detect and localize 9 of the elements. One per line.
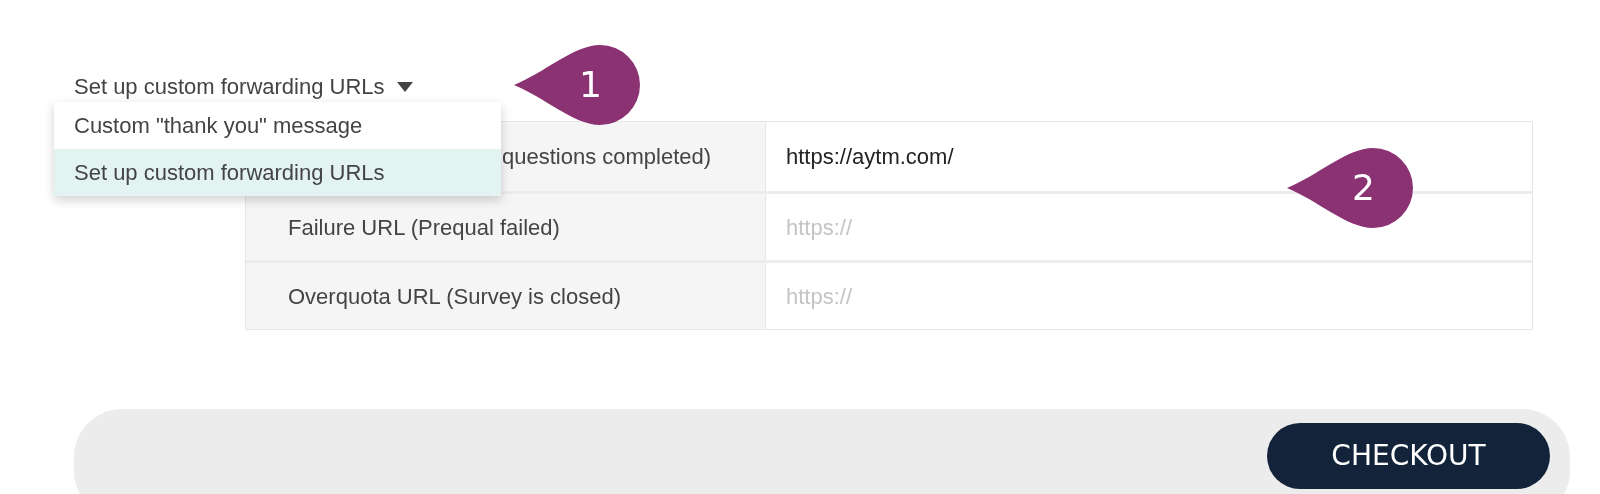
callout-badge: 1 (514, 45, 640, 125)
checkout-button[interactable]: CHECKOUT (1267, 423, 1550, 489)
dropdown-toggle[interactable]: Set up custom forwarding URLs (74, 70, 413, 103)
caret-icon (396, 81, 413, 92)
menu-item[interactable]: Custom "thank you" message (54, 102, 501, 149)
table-cell: Failure URL (Prequal failed) (246, 194, 766, 260)
table-cell: Overquota URL (Survey is closed) (246, 263, 766, 329)
callout-badge: 2 (1287, 148, 1413, 228)
menu-item[interactable]: Set up custom forwarding URLs (54, 149, 501, 196)
